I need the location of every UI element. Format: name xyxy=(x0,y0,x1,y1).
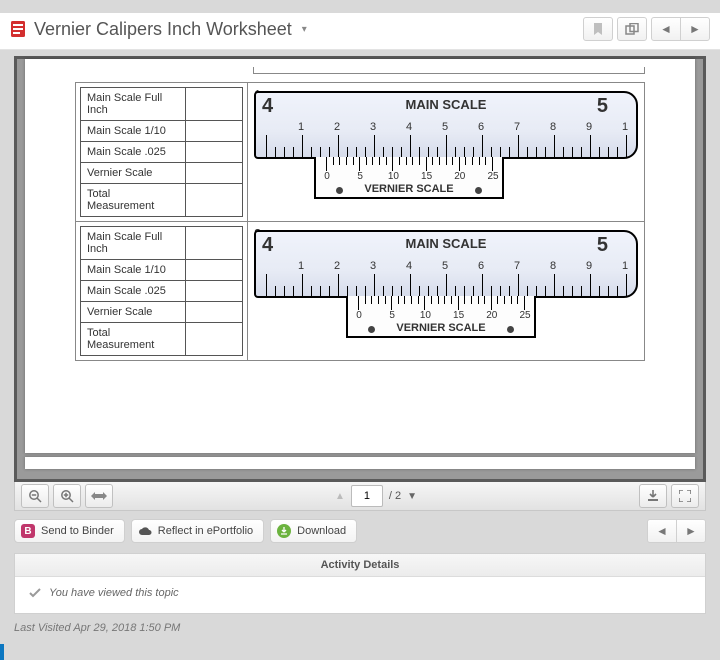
title-bar: Vernier Calipers Inch Worksheet ▾ ◄ ► xyxy=(0,13,720,50)
next-item-button[interactable]: ► xyxy=(676,519,706,543)
page-total-label: / 2 xyxy=(389,490,401,502)
row-label: Main Scale Full Inch xyxy=(81,227,186,260)
toolbar-right xyxy=(639,484,699,508)
toolbar-left xyxy=(21,484,113,508)
fit-width-button[interactable] xyxy=(85,484,113,508)
row-value xyxy=(186,260,243,281)
vernier-scale: 0510152025 VERNIER SCALE xyxy=(346,296,536,338)
zoom-in-button[interactable] xyxy=(53,484,81,508)
toolbar-center: ▲ / 2 ▼ xyxy=(335,485,417,507)
action-right-nav: ◄ ► xyxy=(647,519,706,543)
send-to-binder-button[interactable]: B Send to Binder xyxy=(14,519,125,543)
title-dropdown[interactable]: ▾ xyxy=(302,24,307,35)
pill-label: Send to Binder xyxy=(41,525,114,537)
download-icon xyxy=(277,524,291,538)
ws-figure-1: 1 MAIN SCALE 4 5 xyxy=(248,83,644,221)
last-visited: Last Visited Apr 29, 2018 1:50 PM xyxy=(14,622,706,634)
main-scale: MAIN SCALE 4 5 1234567891 xyxy=(254,230,638,298)
partial-row-top xyxy=(253,67,645,74)
page-number-input[interactable] xyxy=(351,485,383,507)
pill-label: Reflect in ePortfolio xyxy=(158,525,253,537)
row-label: Main Scale 1/10 xyxy=(81,121,186,142)
pill-label: Download xyxy=(297,525,346,537)
next-page-peek xyxy=(25,457,695,469)
row-label: Main Scale .025 xyxy=(81,281,186,302)
row-value xyxy=(186,88,243,121)
next-topic-button[interactable]: ► xyxy=(680,17,710,41)
caliper-1: MAIN SCALE 4 5 xyxy=(254,91,638,202)
last-visited-label: Last Visited xyxy=(14,622,73,634)
page: Table of Contents › Pre-Quiz › Vernier C… xyxy=(0,0,720,660)
worksheet-row-1: Main Scale Full Inch Main Scale 1/10 Mai… xyxy=(75,82,645,222)
page-gap xyxy=(25,457,695,477)
page-up-button[interactable]: ▲ xyxy=(335,491,345,502)
page-title: Vernier Calipers Inch Worksheet xyxy=(34,19,292,40)
page-down-button[interactable]: ▼ xyxy=(407,491,417,502)
activity-body: You have viewed this topic xyxy=(15,577,705,613)
ms-tick-host: 1234567891 xyxy=(256,232,636,296)
action-row: B Send to Binder Reflect in ePortfolio D… xyxy=(14,519,706,543)
reflect-eportfolio-button[interactable]: Reflect in ePortfolio xyxy=(131,519,264,543)
row-value xyxy=(186,184,243,217)
worksheet-row-2: Main Scale Full Inch Main Scale 1/10 Mai… xyxy=(75,221,645,361)
cloud-icon xyxy=(138,526,152,536)
check-icon xyxy=(29,587,41,599)
pdf-toolbar: ▲ / 2 ▼ xyxy=(14,482,706,511)
last-visited-value: Apr 29, 2018 1:50 PM xyxy=(73,622,180,634)
row-value xyxy=(186,163,243,184)
activity-text: You have viewed this topic xyxy=(49,587,179,599)
prev-topic-button[interactable]: ◄ xyxy=(651,17,681,41)
caliper-2: MAIN SCALE 4 5 1234567891 0510152025 xyxy=(254,230,638,341)
vs-tick-host: 0510152025 xyxy=(316,157,502,177)
title-row: Vernier Calipers Inch Worksheet ▾ xyxy=(10,19,307,40)
popout-button[interactable] xyxy=(617,17,647,41)
vernier-scale: 0510152025 VERNIER SCALE xyxy=(314,157,504,199)
row-value xyxy=(186,281,243,302)
ws-figure-2: 2 MAIN SCALE 4 5 1234567891 0510152025 xyxy=(248,222,644,360)
row-label: Main Scale 1/10 xyxy=(81,260,186,281)
ws-table-2: Main Scale Full Inch Main Scale 1/10 Mai… xyxy=(76,222,248,360)
row-label: Total Measurement xyxy=(81,184,186,217)
ws-table-1: Main Scale Full Inch Main Scale 1/10 Mai… xyxy=(76,83,248,221)
activity-header: Activity Details xyxy=(15,554,705,577)
row-label: Main Scale Full Inch xyxy=(81,88,186,121)
row-label: Vernier Scale xyxy=(81,302,186,323)
vs-tick-host: 0510152025 xyxy=(348,296,534,316)
row-label: Total Measurement xyxy=(81,323,186,356)
main-scale: MAIN SCALE 4 5 xyxy=(254,91,638,159)
title-nav: ◄ ► xyxy=(651,17,710,41)
footer-accent xyxy=(0,644,4,660)
row-label: Vernier Scale xyxy=(81,163,186,184)
vernier-scale-label: VERNIER SCALE xyxy=(316,183,502,195)
download-pdf-button[interactable] xyxy=(639,484,667,508)
download-button[interactable]: Download xyxy=(270,519,357,543)
activity-details: Activity Details You have viewed this to… xyxy=(14,553,706,614)
fullscreen-button[interactable] xyxy=(671,484,699,508)
pdf-page: Main Scale Full Inch Main Scale 1/10 Mai… xyxy=(25,59,695,453)
row-value xyxy=(186,323,243,356)
row-value xyxy=(186,142,243,163)
action-left: B Send to Binder Reflect in ePortfolio D… xyxy=(14,519,357,543)
row-value xyxy=(186,302,243,323)
row-value xyxy=(186,121,243,142)
pdf-frame: Main Scale Full Inch Main Scale 1/10 Mai… xyxy=(14,56,706,482)
bookmark-button[interactable] xyxy=(583,17,613,41)
binder-icon: B xyxy=(21,524,35,538)
vernier-scale-label: VERNIER SCALE xyxy=(348,322,534,334)
title-actions: ◄ ► xyxy=(583,17,710,41)
pdf-viewer: Main Scale Full Inch Main Scale 1/10 Mai… xyxy=(14,50,706,511)
row-value xyxy=(186,227,243,260)
ms-tick-host: 1234567891 xyxy=(256,93,636,157)
prev-item-button[interactable]: ◄ xyxy=(647,519,677,543)
pdf-icon xyxy=(10,21,26,37)
zoom-out-button[interactable] xyxy=(21,484,49,508)
row-label: Main Scale .025 xyxy=(81,142,186,163)
